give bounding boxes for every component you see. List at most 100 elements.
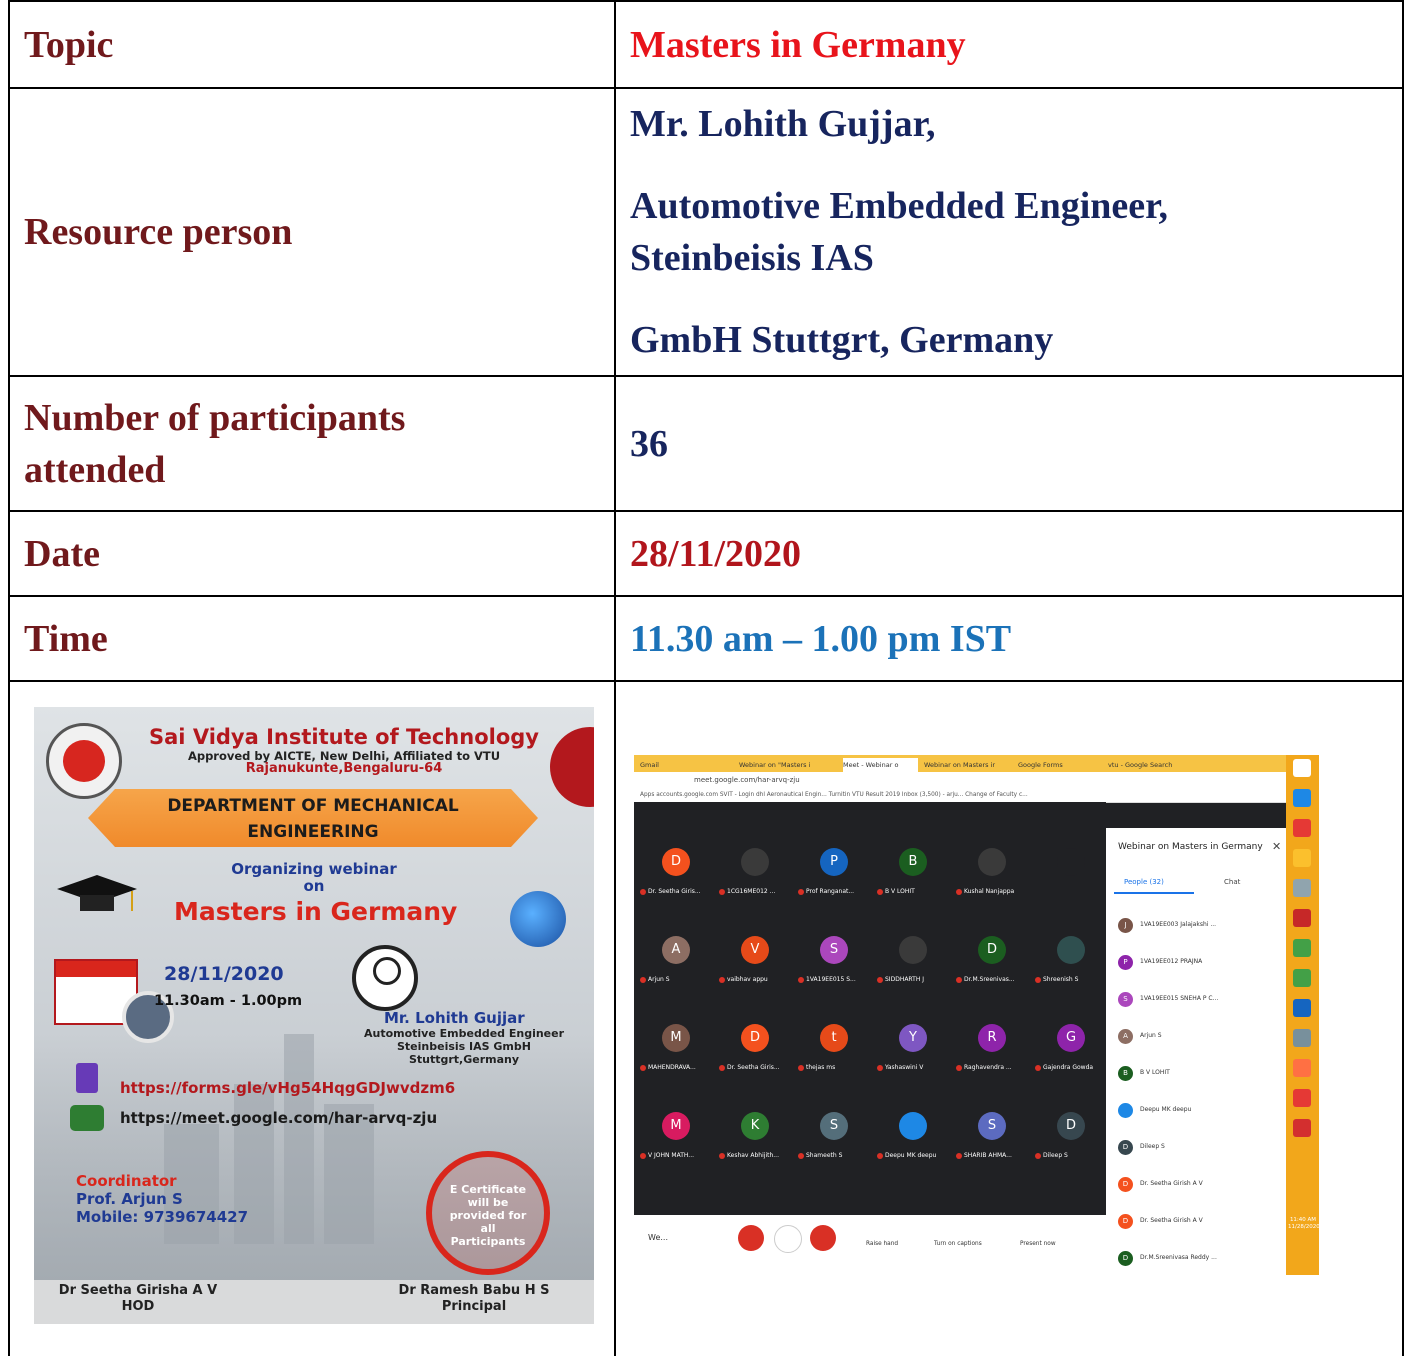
participant-name: Dr. Seetha Girish A V — [1140, 1180, 1203, 1187]
close-icon[interactable]: ✕ — [1272, 840, 1281, 853]
participant-tile[interactable]: M MAHENDRAVA... — [640, 1024, 718, 1084]
participant-row[interactable]: A Arjun S — [1118, 1027, 1278, 1047]
mic-muted-icon — [956, 976, 962, 983]
app-icon[interactable] — [1293, 1029, 1311, 1047]
participant-row[interactable]: D Dr. Seetha Girish A V — [1118, 1175, 1278, 1195]
participant-tile[interactable]: P Prof Ranganat... — [798, 848, 876, 908]
firefox-icon[interactable] — [1293, 1059, 1311, 1077]
camera-off-button[interactable] — [810, 1225, 836, 1251]
mic-off-button[interactable] — [738, 1225, 764, 1251]
chrome-icon[interactable] — [1293, 1089, 1311, 1107]
browser-tab[interactable]: vtu - Google Search — [1108, 758, 1188, 772]
browser-tab[interactable]: Google Forms — [1018, 758, 1103, 772]
participant-tile-label: Gajendra Gowda — [1043, 1064, 1094, 1071]
participant-tile[interactable]: t thejas ms — [798, 1024, 876, 1084]
participant-row[interactable]: D Dileep S — [1118, 1138, 1278, 1158]
windows-icon[interactable] — [1293, 759, 1311, 777]
participant-tile-name: vaibhav appu — [719, 976, 797, 983]
participant-tile-label: V JOHN MATH... — [648, 1152, 695, 1159]
speaker-avatar-icon — [352, 945, 418, 1011]
participant-tile-label: SHARIB AHMA... — [964, 1152, 1012, 1159]
participant-tile[interactable]: S SHARIB AHMA... — [956, 1112, 1034, 1172]
people-tab[interactable]: People (32) — [1124, 878, 1164, 886]
browser-tab[interactable]: Webinar on "Masters i — [739, 758, 839, 772]
chat-tab[interactable]: Chat — [1224, 878, 1240, 886]
participant-row[interactable]: P 1VA19EE012 PRAJNA — [1118, 953, 1278, 973]
raise-hand-button[interactable]: Raise hand — [866, 1241, 898, 1247]
participant-tile-label: Dr. Seetha Giris... — [648, 888, 701, 895]
participant-row[interactable]: D Dr. Seetha Girish A V — [1118, 1212, 1278, 1232]
participant-avatar: S — [1118, 992, 1133, 1007]
participant-avatar: A — [1118, 1029, 1133, 1044]
captions-button[interactable]: Turn on captions — [934, 1241, 982, 1247]
participant-tile-label: Dr.M.Sreenivas... — [964, 976, 1015, 983]
seal-line-3: provided for — [449, 1209, 527, 1222]
participant-tile[interactable]: B B V LOHIT — [877, 848, 955, 908]
participant-tile[interactable]: D Dr. Seetha Giris... — [640, 848, 718, 908]
clock-time: 11:40 AM — [1289, 1217, 1317, 1223]
participant-tile[interactable]: M V JOHN MATH... — [640, 1112, 718, 1172]
participant-tile[interactable]: SIDDHARTH J — [877, 936, 955, 996]
participant-tile[interactable]: S 1VA19EE015 S... — [798, 936, 876, 996]
participants-label-line-2: attended — [24, 448, 166, 491]
mic-muted-icon — [640, 1152, 646, 1159]
participant-tile[interactable]: D Dr.M.Sreenivas... — [956, 936, 1034, 996]
meeting-details-label[interactable]: We... — [648, 1233, 668, 1242]
participant-tile[interactable]: Vvaibhav appu — [719, 936, 797, 996]
participant-tile[interactable]: 1CG16ME012 ... — [719, 848, 797, 908]
participant-name: Arjun S — [1140, 1032, 1162, 1039]
browser-tab-active[interactable]: Meet - Webinar o — [843, 758, 918, 772]
participant-tile-label: Kushal Nanjappa — [964, 888, 1015, 895]
participant-tile[interactable]: Y Yashaswini V — [877, 1024, 955, 1084]
participant-row[interactable]: B B V LOHIT — [1118, 1064, 1278, 1084]
poster-hod: Dr Seetha Girisha A V HOD — [58, 1283, 218, 1315]
acrobat-icon[interactable] — [1293, 1119, 1311, 1137]
participant-name: Dileep S — [1140, 1143, 1165, 1150]
participant-tile[interactable]: Shreenish S — [1035, 936, 1113, 996]
mic-muted-icon — [719, 1064, 725, 1071]
participant-row[interactable]: J 1VA19EE003 Jalajakshi ... — [1118, 916, 1278, 936]
mic-muted-icon — [798, 1064, 804, 1071]
folder-icon[interactable] — [1293, 849, 1311, 867]
participant-tile[interactable] — [1035, 848, 1113, 908]
participant-tile[interactable]: Deepu MK deepu — [877, 1112, 955, 1172]
participant-avatar: S — [978, 1112, 1006, 1140]
browser-tab[interactable]: Webinar on Masters ir — [924, 758, 1014, 772]
participant-row[interactable]: S 1VA19EE015 SNEHA P C... — [1118, 990, 1278, 1010]
participant-tile-name: Kushal Nanjappa — [956, 888, 1034, 895]
edge-icon[interactable] — [1293, 789, 1311, 807]
participant-tile[interactable]: K Keshav Abhijith... — [719, 1112, 797, 1172]
participant-tile-name: Shameeth S — [798, 1152, 876, 1159]
browser-tab[interactable]: Gmail — [640, 758, 735, 772]
participant-name: Dr. Seetha Girish A V — [1140, 1217, 1203, 1224]
principal-name: Dr Ramesh Babu H S — [398, 1283, 550, 1298]
participant-tile-name: 1CG16ME012 ... — [719, 888, 797, 895]
poster-date: 28/11/2020 — [164, 963, 284, 985]
leave-call-button[interactable] — [774, 1225, 802, 1253]
present-button[interactable]: Present now — [1020, 1241, 1056, 1247]
seal-line-1: E Certificate — [449, 1183, 527, 1196]
meet-controls: We... Raise hand Turn on captions Presen… — [634, 1215, 1106, 1275]
participant-tile[interactable]: D Dileep S — [1035, 1112, 1113, 1172]
participant-tile-name: thejas ms — [798, 1064, 876, 1071]
participant-tile[interactable]: D Dr. Seetha Giris... — [719, 1024, 797, 1084]
excel-icon[interactable] — [1293, 939, 1311, 957]
participant-tile[interactable]: G Gajendra Gowda — [1035, 1024, 1113, 1084]
address-bar[interactable]: meet.google.com/har-arvq-zju — [634, 772, 1286, 788]
participant-tile[interactable]: S Shameeth S — [798, 1112, 876, 1172]
app-icon[interactable] — [1293, 879, 1311, 897]
poster-coordinator-label: Coordinator — [76, 1172, 177, 1190]
word-icon[interactable] — [1293, 999, 1311, 1017]
date-value: 28/11/2020 — [614, 510, 1404, 597]
participant-row[interactable]: Deepu MK deepu — [1118, 1101, 1278, 1121]
participant-avatar: D — [662, 848, 690, 876]
participant-tile[interactable]: A Arjun S — [640, 936, 718, 996]
participant-avatar: R — [978, 1024, 1006, 1052]
excel-icon[interactable] — [1293, 969, 1311, 987]
powerpoint-icon[interactable] — [1293, 909, 1311, 927]
participant-row[interactable]: D Dr.M.Sreenivasa Reddy ... — [1118, 1249, 1278, 1269]
mic-muted-icon — [877, 976, 883, 983]
chrome-icon[interactable] — [1293, 819, 1311, 837]
participant-tile[interactable]: R Raghavendra ... — [956, 1024, 1034, 1084]
participant-tile[interactable]: Kushal Nanjappa — [956, 848, 1034, 908]
